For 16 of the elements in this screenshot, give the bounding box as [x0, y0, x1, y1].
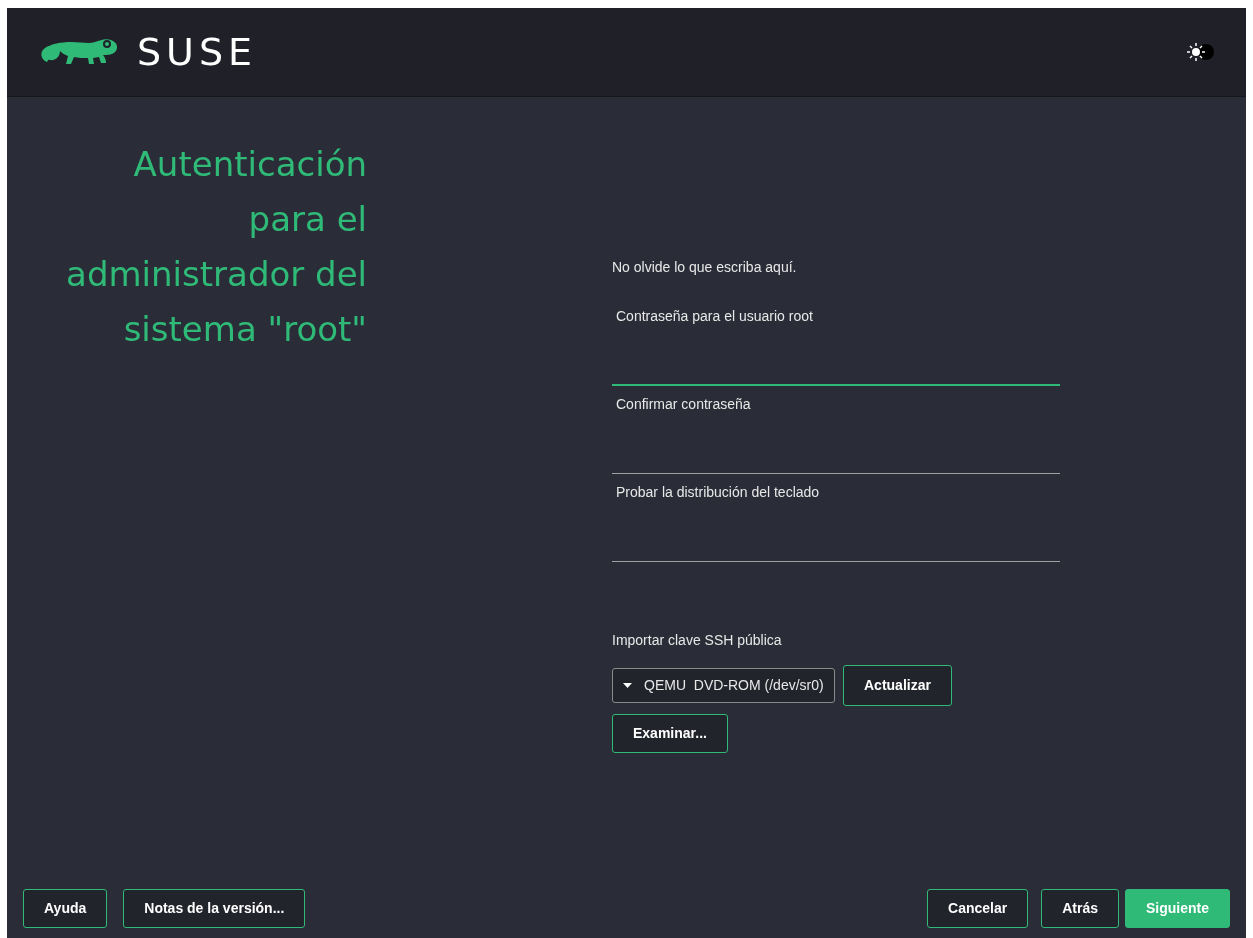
text-field[interactable]: Contraseña para el usuario root [612, 298, 1060, 386]
theme-toggle-icon[interactable] [1186, 42, 1216, 62]
ssh-key-label: Importar clave SSH pública [612, 631, 783, 650]
release-notes-button[interactable]: Notas de la versión... [123, 889, 306, 928]
device-dropdown[interactable]: QEMU DVD-ROM (/dev/sr0) [612, 668, 835, 703]
page-title: Autenticación para el administrador del sistema "root" [65, 143, 367, 351]
refresh-button[interactable]: Actualizar [843, 665, 952, 706]
cancel-button[interactable]: Cancelar [927, 889, 1029, 928]
brand-name: SUSE [137, 28, 258, 76]
help-button[interactable]: Ayuda [23, 889, 108, 928]
text-field[interactable]: Probar la distribución del teclado [612, 474, 1060, 562]
back-button[interactable]: Atrás [1041, 889, 1119, 928]
hint-text: No olvide lo que escriba aquí. [612, 258, 798, 277]
dropdown-caret-icon [623, 683, 632, 688]
text-field[interactable]: Confirmar contraseña [612, 386, 1060, 474]
browse-button[interactable]: Examinar... [612, 714, 728, 753]
